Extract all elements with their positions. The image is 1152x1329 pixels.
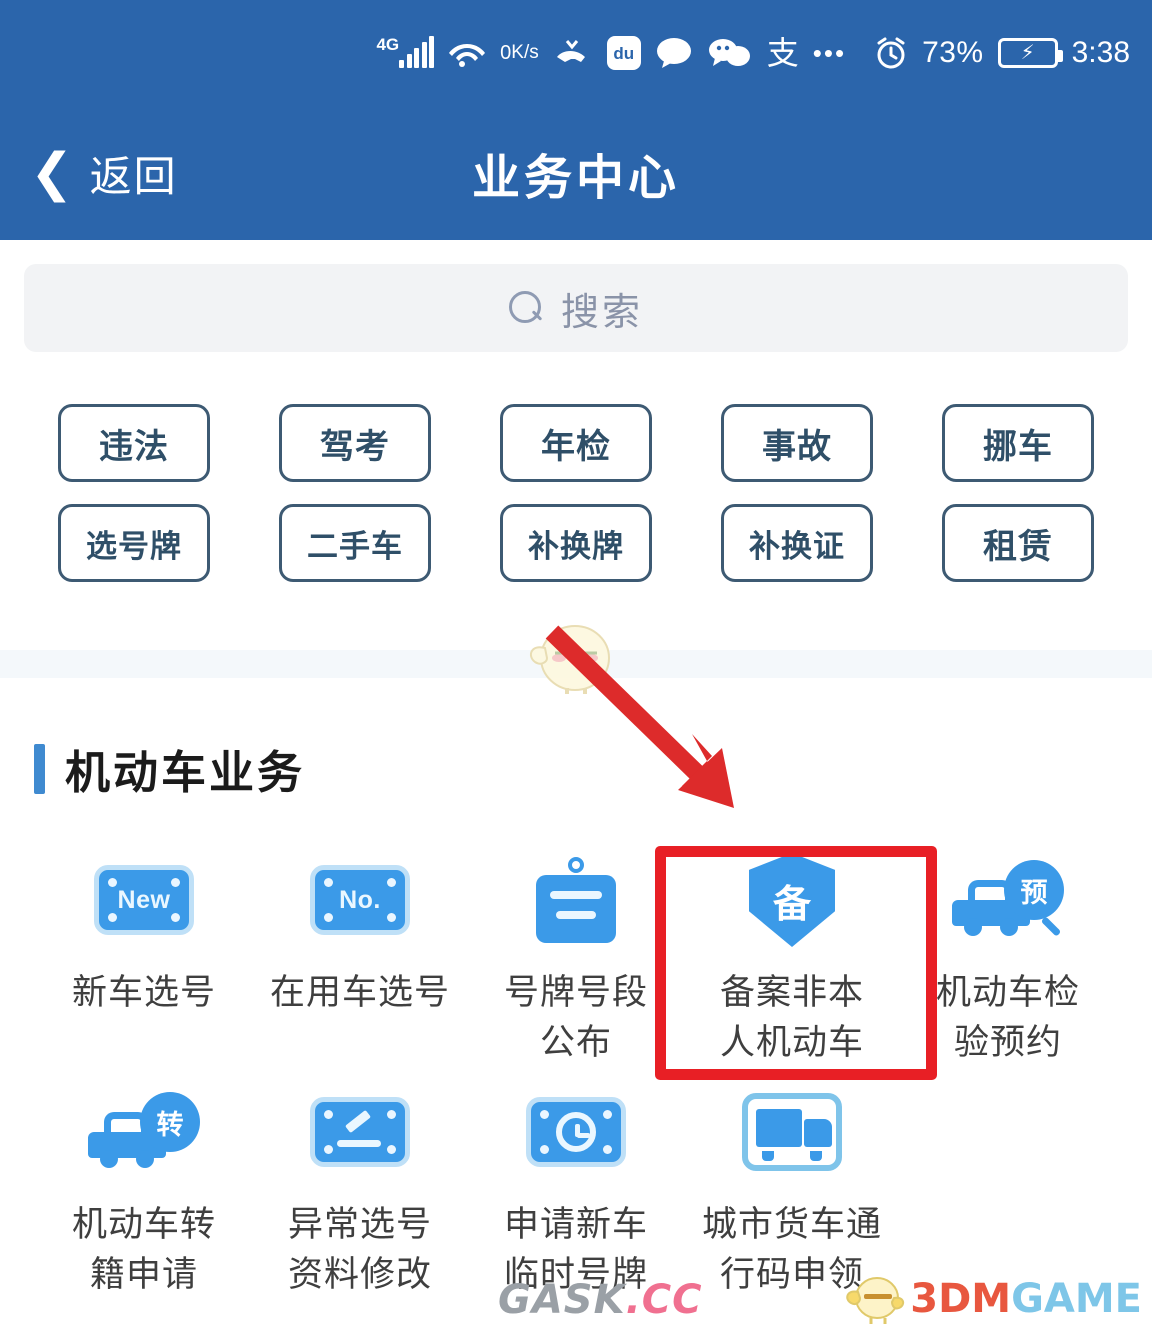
city-truck-pass-icon — [742, 1080, 842, 1184]
watermark-3dm-part1: 3DM — [910, 1276, 1012, 1322]
shield-record-icon: 备 — [749, 848, 835, 952]
wechat-icon — [707, 37, 753, 69]
search-placeholder: 搜索 — [560, 291, 643, 334]
badge-label: 预 — [1004, 860, 1064, 920]
section-accent-bar — [34, 743, 45, 794]
chip-nianjian[interactable]: 年检 — [500, 404, 652, 482]
status-clock: 3:38 — [1071, 36, 1130, 69]
network-speed: 0 K/s — [500, 42, 539, 64]
license-plate-no-icon: No. — [310, 848, 410, 952]
chip-nuoche[interactable]: 挪车 — [942, 404, 1094, 482]
service-item-label: 新车选号 — [71, 973, 216, 1012]
chip-jiakao[interactable]: 驾考 — [279, 404, 431, 482]
hanging-sign-icon — [530, 848, 622, 952]
network-type-label: 4G — [376, 34, 400, 54]
battery-percent-label: 73% — [922, 36, 984, 69]
status-overflow-icon: ••• — [812, 38, 847, 68]
service-grid-row-1: New 新车选号 No. 在用车选号 号牌号段 公布 备 备案非本 人机动车 预… — [0, 848, 1152, 1068]
status-bar: 4G 0 K/s du 支 ••• 73% ⚡ 3:38 — [0, 0, 1152, 106]
baidu-icon: du — [606, 36, 641, 70]
nav-bar: 业务中心 ❮ 返回 — [0, 106, 1152, 240]
section-title: 机动车业务 — [65, 747, 306, 798]
service-item-label: 在用车选号 — [269, 973, 450, 1012]
section-divider-band — [0, 650, 1152, 678]
plate-text: No. — [339, 885, 381, 914]
watermark-3dm-part2: GAME — [1011, 1276, 1142, 1322]
battery-icon: ⚡ — [997, 38, 1063, 68]
service-item-label: 号牌号段 公布 — [503, 973, 648, 1062]
wifi-icon — [448, 38, 486, 68]
service-item-label: 机动车检 验预约 — [935, 973, 1080, 1062]
service-item-new-car-plate[interactable]: New 新车选号 — [36, 848, 252, 1068]
plate-clock-icon — [526, 1080, 626, 1184]
charging-bolt-icon: ⚡ — [1020, 42, 1035, 64]
network-speed-value: 0 — [500, 42, 512, 64]
service-item-label: 机动车转 籍申请 — [71, 1205, 216, 1294]
chick-mascot-icon — [846, 1277, 905, 1324]
message-bubble-icon — [655, 37, 693, 69]
alipay-icon-label: 支 — [766, 35, 799, 71]
service-item-in-use-car-plate[interactable]: No. 在用车选号 — [252, 848, 468, 1068]
search-icon — [508, 291, 543, 325]
shield-label: 备 — [749, 853, 835, 947]
quick-links-row-1: 违法 驾考 年检 事故 挪车 — [0, 404, 1152, 482]
service-item-city-truck-pass[interactable]: 城市货车通 行码申领 — [684, 1080, 900, 1300]
car-transfer-icon: 转 — [88, 1080, 200, 1184]
service-grid: New 新车选号 No. 在用车选号 号牌号段 公布 备 备案非本 人机动车 预… — [0, 848, 1152, 1300]
quick-links: 违法 驾考 年检 事故 挪车 选号牌 二手车 补换牌 补换证 租赁 — [0, 404, 1152, 604]
plate-text: New — [117, 885, 171, 914]
license-plate-new-icon: New — [94, 848, 194, 952]
quick-links-row-2: 选号牌 二手车 补换牌 补换证 租赁 — [0, 504, 1152, 582]
search-input[interactable]: 搜索 — [24, 264, 1128, 352]
chip-buhuanzheng[interactable]: 补换证 — [721, 504, 873, 582]
service-item-plate-range-announcement[interactable]: 号牌号段 公布 — [468, 848, 684, 1068]
car-inspection-appointment-icon: 预 — [952, 848, 1064, 952]
watermark-gask: GASK.CC — [498, 1277, 703, 1323]
back-button[interactable]: ❮ 返回 — [30, 106, 178, 240]
search-bar[interactable]: 搜索 — [24, 264, 1128, 352]
phone-screen: 4G 0 K/s du 支 ••• 73% ⚡ 3:38 业务中心 ❮ 返回 搜… — [0, 0, 1152, 1329]
chip-xuanhaopai[interactable]: 选号牌 — [58, 504, 210, 582]
chip-zulin[interactable]: 租赁 — [942, 504, 1094, 582]
network-type: 4G — [376, 34, 435, 68]
chip-shigu[interactable]: 事故 — [721, 404, 873, 482]
watermark-gask-part1: GASK — [498, 1277, 626, 1323]
section-header: 机动车业务 — [34, 736, 305, 801]
service-item-abnormal-plate-edit[interactable]: 异常选号 资料修改 — [252, 1080, 468, 1300]
network-speed-unit: K/s — [511, 42, 539, 63]
service-item-label: 备案非本 人机动车 — [719, 973, 864, 1062]
missed-call-icon — [553, 37, 593, 69]
chip-buhuanpai[interactable]: 补换牌 — [500, 504, 652, 582]
service-grid-row-2: 转 机动车转 籍申请 异常选号 资料修改 申请新车 临时号牌 城市货车通 行码申… — [0, 1080, 1152, 1300]
service-item-record-non-owner-vehicle[interactable]: 备 备案非本 人机动车 — [684, 848, 900, 1068]
chip-ershouche[interactable]: 二手车 — [279, 504, 431, 582]
alipay-icon: 支 — [767, 37, 799, 69]
watermark-gask-part2: .CC — [625, 1277, 703, 1323]
plate-edit-icon — [310, 1080, 410, 1184]
signal-bars-icon — [399, 36, 435, 68]
baidu-icon-label: du — [613, 43, 635, 63]
service-item-vehicle-transfer[interactable]: 转 机动车转 籍申请 — [36, 1080, 252, 1300]
back-button-label: 返回 — [89, 152, 178, 200]
alarm-clock-icon — [874, 36, 908, 70]
service-item-temporary-plate[interactable]: 申请新车 临时号牌 — [468, 1080, 684, 1300]
service-item-inspection-appointment[interactable]: 预 机动车检 验预约 — [900, 848, 1116, 1068]
chevron-left-icon: ❮ — [30, 144, 74, 202]
watermark-3dmgame: 3DMGAME — [844, 1272, 1142, 1326]
annotation-arrow — [545, 625, 734, 808]
chip-weifa[interactable]: 违法 — [58, 404, 210, 482]
service-item-label: 异常选号 资料修改 — [287, 1205, 432, 1294]
badge-label: 转 — [140, 1092, 200, 1152]
